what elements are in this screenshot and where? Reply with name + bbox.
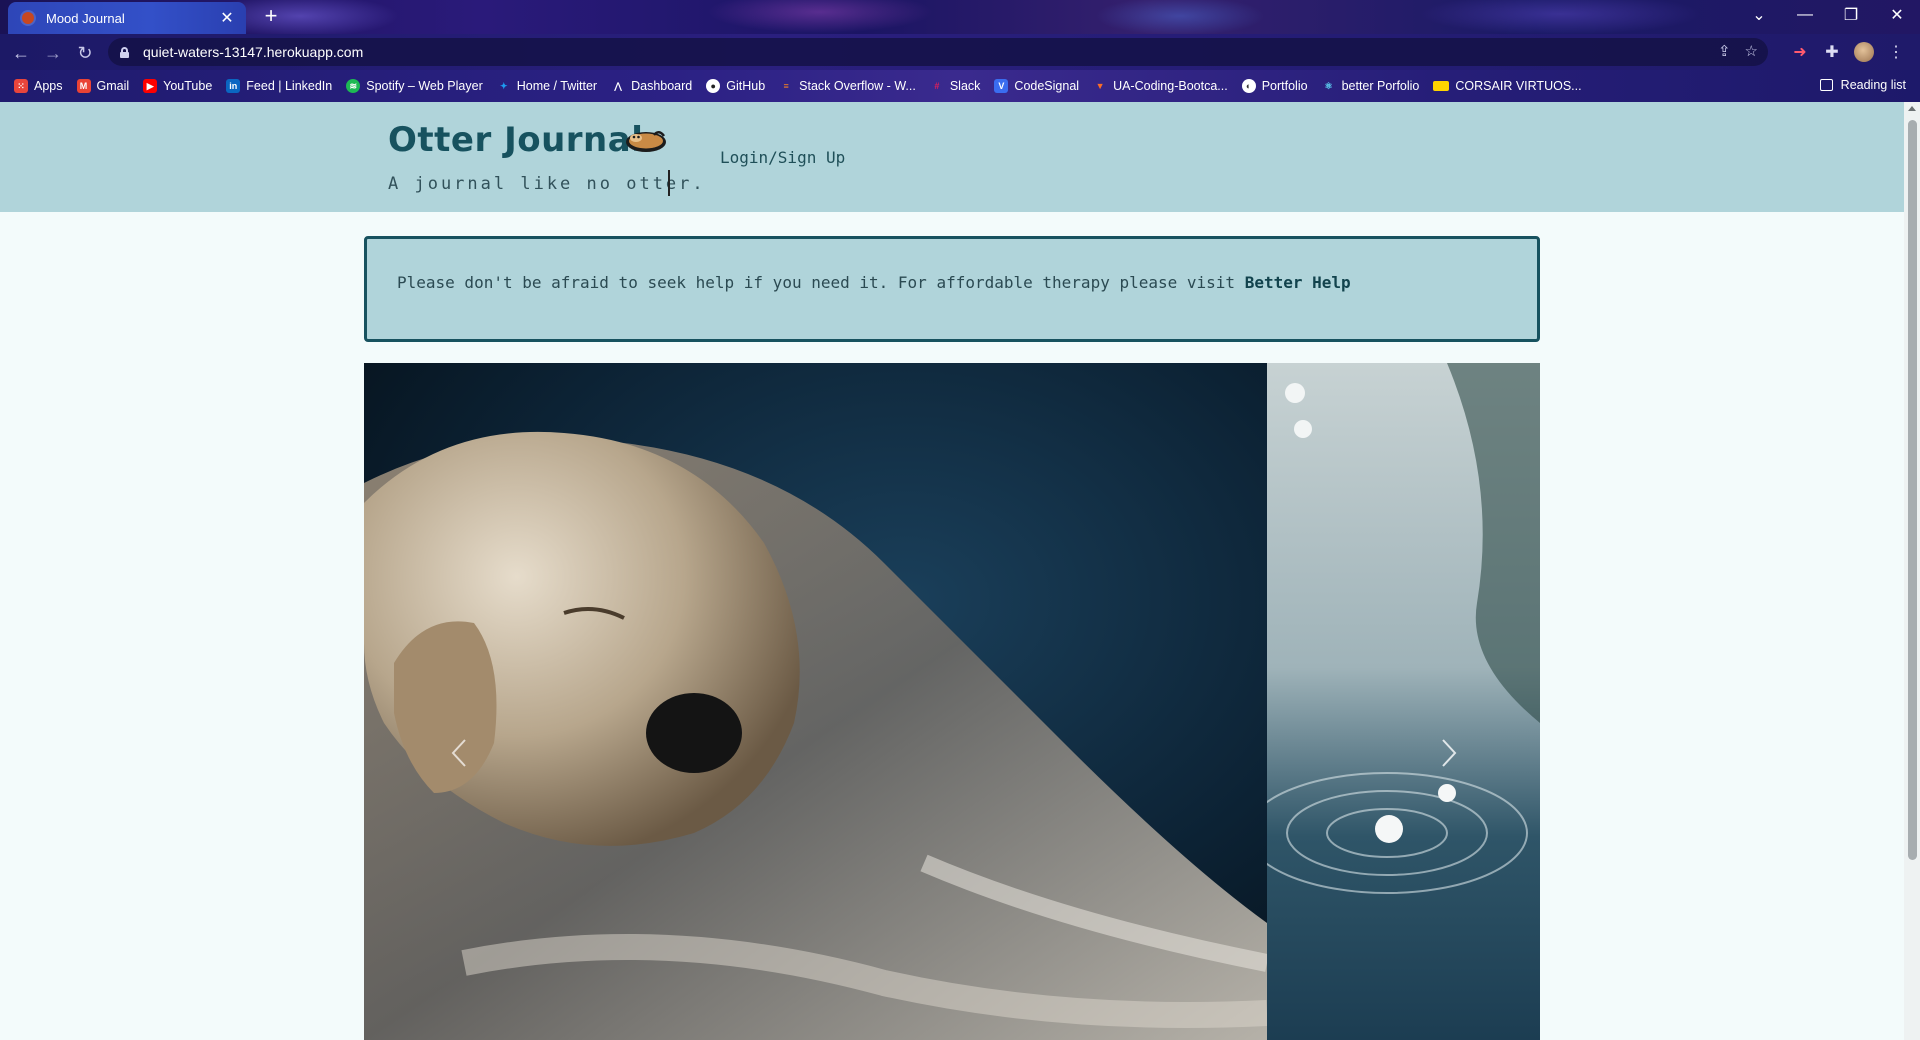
react-icon: ⚛ — [1324, 80, 1333, 91]
login-signup-link[interactable]: Login/Sign Up — [720, 148, 845, 167]
bookmark-youtube[interactable]: ▶ YouTube — [143, 79, 212, 93]
close-window-button[interactable]: ✕ — [1874, 0, 1920, 30]
bookmark-stackoverflow[interactable]: ≡ Stack Overflow - W... — [779, 79, 916, 93]
github-icon: ● — [706, 79, 721, 93]
bookmark-github[interactable]: ● GitHub — [706, 79, 765, 93]
twitter-icon: ✦ — [499, 80, 508, 91]
site-title[interactable]: Otter Journal — [388, 120, 643, 160]
tab-title: Mood Journal — [46, 10, 125, 26]
bookmark-codesignal[interactable]: V CodeSignal — [994, 79, 1079, 93]
help-notice: Please don't be afraid to seek help if y… — [364, 236, 1540, 342]
bookmark-slack[interactable]: # Slack — [930, 79, 980, 93]
tab-search-icon[interactable]: ⌄ — [1736, 0, 1782, 30]
bookmark-bootcamp[interactable]: ▼ UA-Coding-Bootca... — [1093, 79, 1228, 93]
bookmarks-bar: ⁙ Apps M Gmail ▶ YouTube in Feed | LinkedIn … — [0, 70, 1920, 102]
scrollbar-thumb[interactable] — [1908, 120, 1917, 860]
bookmark-corsair[interactable]: CORSAIR VIRTUOS... — [1433, 79, 1582, 93]
address-bar[interactable]: quiet-waters-13147.herokuapp.com ⇪ ☆ — [108, 38, 1768, 66]
reading-list-icon — [1819, 79, 1833, 91]
youtube-icon: ▶ — [143, 79, 158, 93]
carousel-prev-arrow-icon[interactable] — [444, 733, 474, 773]
linkedin-icon: in — [226, 79, 241, 93]
scroll-up-icon[interactable] — [1908, 106, 1916, 111]
gmail-icon: M — [76, 79, 91, 93]
spotify-icon: ≋ — [346, 79, 361, 93]
browser-menu-icon[interactable]: ⋮ — [1884, 40, 1908, 64]
bookmark-gmail[interactable]: M Gmail — [76, 79, 129, 93]
restore-button[interactable]: ❐ — [1828, 0, 1874, 30]
codesignal-icon: V — [994, 79, 1009, 93]
better-help-link[interactable]: Better Help — [1245, 273, 1351, 292]
slack-icon: # — [934, 81, 940, 91]
extensions-puzzle-icon[interactable]: ✚ — [1820, 40, 1844, 64]
bookmark-portfolio[interactable]: ◐ Portfolio — [1241, 79, 1308, 93]
stackoverflow-icon: ≡ — [783, 81, 789, 91]
tab-close-icon[interactable]: ✕ — [218, 8, 236, 28]
new-tab-button[interactable]: + — [258, 4, 284, 30]
help-notice-text: Please don't be afraid to seek help if y… — [397, 273, 1351, 292]
bookmark-dashboard[interactable]: ⋀ Dashboard — [611, 79, 692, 93]
reading-list-button[interactable]: Reading list — [1819, 78, 1906, 92]
page-scrollbar[interactable] — [1904, 102, 1920, 1040]
browser-tab-active[interactable]: Mood Journal ✕ — [8, 2, 246, 34]
forward-arrow-icon[interactable]: → — [40, 40, 66, 66]
extension-arrow-icon[interactable]: ➜ — [1788, 40, 1812, 64]
minimize-button[interactable]: — — [1782, 0, 1828, 30]
lock-icon[interactable] — [120, 46, 129, 58]
apps-grid-icon: ⁙ — [14, 79, 28, 93]
bookmark-twitter[interactable]: ✦ Home / Twitter — [497, 79, 597, 93]
tab-favicon-icon — [22, 12, 34, 24]
gitlab-icon: ▼ — [1095, 81, 1105, 91]
browser-titlebar: Mood Journal ✕ + ⌄ — ❐ ✕ — [0, 0, 1920, 34]
reload-icon[interactable]: ↻ — [72, 40, 98, 66]
share-icon[interactable]: ⇪ — [1718, 42, 1731, 60]
corsair-icon — [1433, 81, 1450, 91]
site-header: Otter Journal A journal like no otter. L… — [0, 102, 1904, 212]
water-ripples-photo — [1267, 363, 1540, 1040]
profile-avatar[interactable] — [1852, 40, 1876, 64]
sea-otter-photo — [364, 363, 1267, 1040]
bookmark-star-icon[interactable]: ☆ — [1745, 42, 1758, 60]
bookmark-better-portfolio[interactable]: ⚛ better Porfolio — [1322, 79, 1420, 93]
otter-icon — [626, 131, 666, 152]
web-page: Otter Journal A journal like no otter. L… — [0, 102, 1904, 1040]
carousel-next-arrow-icon[interactable] — [1434, 733, 1464, 773]
image-carousel — [364, 363, 1540, 1040]
dashboard-icon: ⋀ — [614, 80, 622, 91]
back-arrow-icon[interactable]: ← — [8, 40, 34, 66]
bookmark-linkedin[interactable]: in Feed | LinkedIn — [226, 79, 332, 93]
browser-toolbar: ← → ↻ quiet-waters-13147.herokuapp.com ⇪… — [0, 34, 1920, 70]
url-text[interactable]: quiet-waters-13147.herokuapp.com — [143, 44, 363, 60]
bookmark-apps[interactable]: ⁙ Apps — [14, 79, 63, 93]
bookmark-spotify[interactable]: ≋ Spotify – Web Player — [346, 79, 483, 93]
text-cursor — [668, 170, 670, 196]
site-tagline: A journal like no otter. — [388, 174, 706, 194]
portfolio-icon: ◐ — [1241, 79, 1256, 93]
